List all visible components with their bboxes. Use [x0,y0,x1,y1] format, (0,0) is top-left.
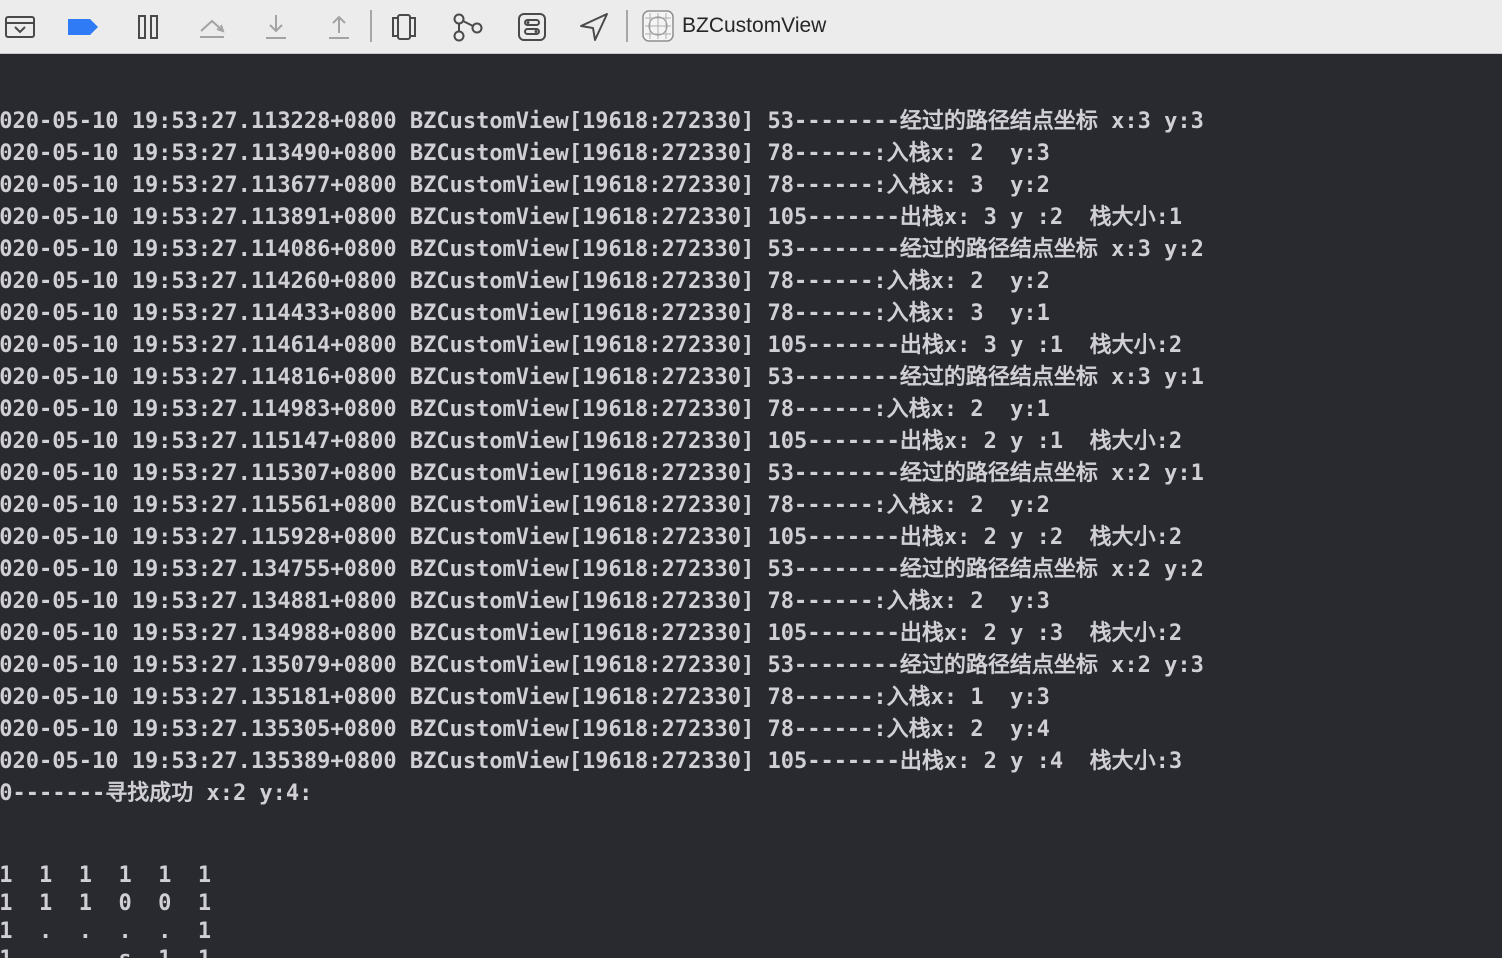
maze-grid: 1 1 1 1 1 1 1 1 1 0 0 1 1 . . . . 1 1 . … [0,862,1502,958]
console-line: 2020-05-10 19:53:27.135389+0800 BZCustom… [0,749,1183,774]
console-line: 2020-05-10 19:53:27.113228+0800 BZCustom… [0,109,1204,134]
breakpoints-toggle-icon [68,19,98,35]
simulate-location-icon [580,13,608,41]
maze-row: 1 1 1 1 1 1 [0,863,212,888]
console-line: 2020-05-10 19:53:27.134988+0800 BZCustom… [0,621,1183,646]
maze-row: 1 . . s 1 1 [0,946,1502,958]
toolbar-separator [626,10,628,42]
step-out-button[interactable] [321,9,357,45]
log-lines: 2020-05-10 19:53:27.113228+0800 BZCustom… [0,106,1502,810]
console-line: 2020-05-10 19:53:27.135305+0800 BZCustom… [0,717,1050,742]
simulate-location-button[interactable] [576,9,612,45]
hide-debug-area-button[interactable] [2,9,38,45]
console-line: 2020-05-10 19:53:27.134881+0800 BZCustom… [0,589,1050,614]
console-line: 2020-05-10 19:53:27.115561+0800 BZCustom… [0,493,1050,518]
app-target-icon[interactable] [642,10,674,42]
console-line: 2020-05-10 19:53:27.114086+0800 BZCustom… [0,237,1204,262]
breakpoints-toggle-button[interactable] [65,9,101,45]
step-out-icon [329,15,349,39]
console-line: 90-------寻找成功 x:2 y:4: [0,781,313,806]
console-line: 2020-05-10 19:53:27.134755+0800 BZCustom… [0,557,1204,582]
step-into-button[interactable] [258,9,294,45]
console-line: 2020-05-10 19:53:27.114983+0800 BZCustom… [0,397,1050,422]
console-line: 2020-05-10 19:53:27.115307+0800 BZCustom… [0,461,1204,486]
step-over-button[interactable] [194,9,230,45]
step-over-icon [200,19,225,38]
console-line: 2020-05-10 19:53:27.114433+0800 BZCustom… [0,301,1050,326]
maze-row: 1 . . . . 1 [0,919,212,944]
console-line: 2020-05-10 19:53:27.113891+0800 BZCustom… [0,205,1183,230]
console-output[interactable]: 2020-05-10 19:53:27.113228+0800 BZCustom… [0,56,1502,958]
console-line: 2020-05-10 19:53:27.114816+0800 BZCustom… [0,365,1204,390]
debug-memory-graph-icon [453,13,483,42]
hide-debug-area-icon [5,16,35,38]
console-line: 2020-05-10 19:53:27.135181+0800 BZCustom… [0,685,1050,710]
debug-view-hierarchy-button[interactable] [386,9,422,45]
console-line: 2020-05-10 19:53:27.113490+0800 BZCustom… [0,141,1050,166]
maze-row: 1 1 1 0 0 1 [0,891,212,916]
console-line: 2020-05-10 19:53:27.114260+0800 BZCustom… [0,269,1050,294]
console-line: 2020-05-10 19:53:27.114614+0800 BZCustom… [0,333,1183,358]
debug-toolbar: BZCustomView [0,0,1502,54]
target-name[interactable]: BZCustomView [682,13,826,39]
environment-overrides-icon [518,13,546,41]
step-into-icon [266,15,286,39]
pause-icon [138,15,158,39]
console-line: 2020-05-10 19:53:27.115928+0800 BZCustom… [0,525,1183,550]
debug-view-hierarchy-icon [392,14,416,40]
console-line: 2020-05-10 19:53:27.115147+0800 BZCustom… [0,429,1183,454]
pause-button[interactable] [130,9,166,45]
debug-memory-graph-button[interactable] [450,9,486,45]
console-line: 2020-05-10 19:53:27.113677+0800 BZCustom… [0,173,1050,198]
toolbar-separator [370,10,372,42]
console-line: 2020-05-10 19:53:27.135079+0800 BZCustom… [0,653,1204,678]
environment-overrides-button[interactable] [514,9,550,45]
